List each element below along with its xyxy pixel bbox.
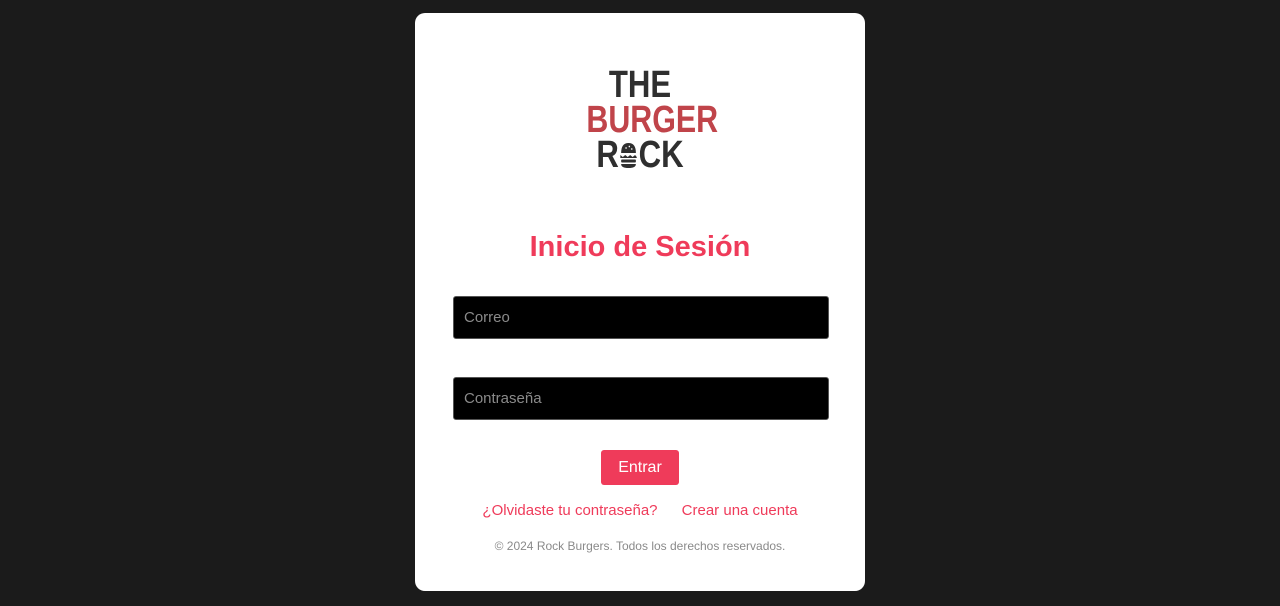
- create-account-link[interactable]: Crear una cuenta: [682, 502, 798, 519]
- password-field[interactable]: [453, 377, 829, 420]
- email-field[interactable]: [453, 296, 829, 339]
- logo-text-rock: R CK: [585, 136, 695, 174]
- login-card: THE BURGER R CK Inicio de Sesión Entrar ¿…: [415, 13, 865, 591]
- forgot-password-link[interactable]: ¿Olvidaste tu contraseña?: [482, 502, 657, 519]
- logo-text-rock-start: R: [596, 134, 619, 176]
- logo-text-burger: BURGER: [586, 99, 719, 141]
- logo-text-the: THE: [608, 64, 672, 106]
- submit-button[interactable]: Entrar: [601, 450, 679, 485]
- logo-text-rock-end: CK: [638, 134, 684, 176]
- page-title: Inicio de Sesión: [529, 231, 751, 263]
- brand-logo: THE BURGER R CK: [573, 64, 719, 176]
- footer-copyright: © 2024 Rock Burgers. Todos los derechos …: [494, 539, 786, 553]
- burger-icon: [620, 143, 637, 168]
- auth-links: ¿Olvidaste tu contraseña? Crear una cuen…: [415, 502, 865, 519]
